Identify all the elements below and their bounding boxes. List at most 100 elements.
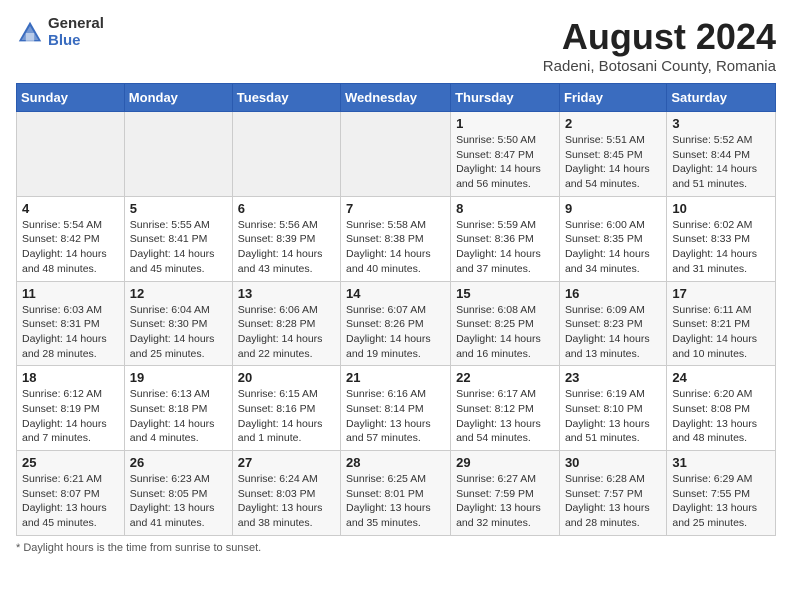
day-number: 4 <box>22 201 119 216</box>
week-row-5: 25 Sunrise: 6:21 AM Sunset: 8:07 PM Dayli… <box>17 451 776 536</box>
main-title: August 2024 <box>543 16 776 58</box>
day-cell <box>17 112 125 197</box>
footer-note-text: Daylight hours <box>23 542 93 554</box>
day-info: Sunrise: 5:59 AM Sunset: 8:36 PM Dayligh… <box>456 218 554 277</box>
col-header-monday: Monday <box>124 84 232 112</box>
day-info: Sunrise: 5:51 AM Sunset: 8:45 PM Dayligh… <box>565 133 661 192</box>
day-number: 21 <box>346 370 445 385</box>
day-number: 17 <box>672 286 770 301</box>
calendar-table: SundayMondayTuesdayWednesdayThursdayFrid… <box>16 83 776 536</box>
day-number: 15 <box>456 286 554 301</box>
day-cell: 28Sunrise: 6:25 AM Sunset: 8:01 PM Dayli… <box>341 451 451 536</box>
day-info: Sunrise: 5:56 AM Sunset: 8:39 PM Dayligh… <box>238 218 335 277</box>
day-number: 19 <box>130 370 227 385</box>
day-number: 31 <box>672 455 770 470</box>
day-cell: 8 Sunrise: 5:59 AM Sunset: 8:36 PM Daylig… <box>451 196 560 281</box>
day-cell: 3 Sunrise: 5:52 AM Sunset: 8:44 PM Daylig… <box>667 112 776 197</box>
day-info: Sunrise: 6:15 AM Sunset: 8:16 PM Dayligh… <box>238 387 335 446</box>
day-number: 11 <box>22 286 119 301</box>
col-header-wednesday: Wednesday <box>341 84 451 112</box>
day-number: 2 <box>565 116 661 131</box>
subtitle: Radeni, Botosani County, Romania <box>543 58 776 75</box>
day-cell: 13 Sunrise: 6:06 AM Sunset: 8:28 PM Dayli… <box>232 281 340 366</box>
day-info: Sunrise: 6:20 AM Sunset: 8:08 PM Dayligh… <box>672 387 770 446</box>
day-info: Sunrise: 6:12 AM Sunset: 8:19 PM Dayligh… <box>22 387 119 446</box>
day-number: 9 <box>565 201 661 216</box>
day-number: 29 <box>456 455 554 470</box>
day-number: 10 <box>672 201 770 216</box>
day-cell: 2 Sunrise: 5:51 AM Sunset: 8:45 PM Daylig… <box>559 112 666 197</box>
day-number: 24 <box>672 370 770 385</box>
day-cell: 6Sunrise: 5:56 AM Sunset: 8:39 PM Daylig… <box>232 196 340 281</box>
day-info: Sunrise: 6:29 AM Sunset: 7:55 PM Dayligh… <box>672 472 770 531</box>
week-row-4: 18 Sunrise: 6:12 AM Sunset: 8:19 PM Dayli… <box>17 366 776 451</box>
col-header-thursday: Thursday <box>451 84 560 112</box>
day-info: Sunrise: 6:13 AM Sunset: 8:18 PM Dayligh… <box>130 387 227 446</box>
day-cell: 24 Sunrise: 6:20 AM Sunset: 8:08 PM Dayli… <box>667 366 776 451</box>
day-number: 20 <box>238 370 335 385</box>
day-number: 5 <box>130 201 227 216</box>
calendar-header: SundayMondayTuesdayWednesdayThursdayFrid… <box>17 84 776 112</box>
day-cell <box>341 112 451 197</box>
col-header-friday: Friday <box>559 84 666 112</box>
day-info: Sunrise: 5:58 AM Sunset: 8:38 PM Dayligh… <box>346 218 445 277</box>
title-block: August 2024 Radeni, Botosani County, Rom… <box>543 16 776 75</box>
day-info: Sunrise: 5:54 AM Sunset: 8:42 PM Dayligh… <box>22 218 119 277</box>
day-number: 7 <box>346 201 445 216</box>
logo-icon <box>16 19 44 47</box>
day-cell: 4 Sunrise: 5:54 AM Sunset: 8:42 PM Daylig… <box>17 196 125 281</box>
day-number: 8 <box>456 201 554 216</box>
day-info: Sunrise: 5:55 AM Sunset: 8:41 PM Dayligh… <box>130 218 227 277</box>
day-cell: 21 Sunrise: 6:16 AM Sunset: 8:14 PM Dayli… <box>341 366 451 451</box>
day-number: 25 <box>22 455 119 470</box>
day-number: 12 <box>130 286 227 301</box>
day-info: Sunrise: 6:06 AM Sunset: 8:28 PM Dayligh… <box>238 303 335 362</box>
day-cell: 29Sunrise: 6:27 AM Sunset: 7:59 PM Dayli… <box>451 451 560 536</box>
day-number: 1 <box>456 116 554 131</box>
day-number: 30 <box>565 455 661 470</box>
day-info: Sunrise: 5:50 AM Sunset: 8:47 PM Dayligh… <box>456 133 554 192</box>
week-row-2: 4 Sunrise: 5:54 AM Sunset: 8:42 PM Daylig… <box>17 196 776 281</box>
day-info: Sunrise: 6:11 AM Sunset: 8:21 PM Dayligh… <box>672 303 770 362</box>
day-cell: 17 Sunrise: 6:11 AM Sunset: 8:21 PM Dayli… <box>667 281 776 366</box>
day-cell: 27Sunrise: 6:24 AM Sunset: 8:03 PM Dayli… <box>232 451 340 536</box>
day-number: 23 <box>565 370 661 385</box>
day-info: Sunrise: 6:03 AM Sunset: 8:31 PM Dayligh… <box>22 303 119 362</box>
day-cell: 19 Sunrise: 6:13 AM Sunset: 8:18 PM Dayli… <box>124 366 232 451</box>
header: General Blue August 2024 Radeni, Botosan… <box>16 16 776 75</box>
day-cell <box>124 112 232 197</box>
day-info: Sunrise: 6:21 AM Sunset: 8:07 PM Dayligh… <box>22 472 119 531</box>
day-cell: 1 Sunrise: 5:50 AM Sunset: 8:47 PM Daylig… <box>451 112 560 197</box>
day-cell: 31 Sunrise: 6:29 AM Sunset: 7:55 PM Dayli… <box>667 451 776 536</box>
day-info: Sunrise: 6:00 AM Sunset: 8:35 PM Dayligh… <box>565 218 661 277</box>
day-cell: 22Sunrise: 6:17 AM Sunset: 8:12 PM Dayli… <box>451 366 560 451</box>
day-number: 18 <box>22 370 119 385</box>
day-number: 26 <box>130 455 227 470</box>
day-info: Sunrise: 6:19 AM Sunset: 8:10 PM Dayligh… <box>565 387 661 446</box>
day-info: Sunrise: 6:09 AM Sunset: 8:23 PM Dayligh… <box>565 303 661 362</box>
day-number: 13 <box>238 286 335 301</box>
day-cell: 5 Sunrise: 5:55 AM Sunset: 8:41 PM Daylig… <box>124 196 232 281</box>
calendar-body: 1 Sunrise: 5:50 AM Sunset: 8:47 PM Daylig… <box>17 112 776 536</box>
day-cell: 25 Sunrise: 6:21 AM Sunset: 8:07 PM Dayli… <box>17 451 125 536</box>
day-info: Sunrise: 6:16 AM Sunset: 8:14 PM Dayligh… <box>346 387 445 446</box>
col-header-sunday: Sunday <box>17 84 125 112</box>
day-cell: 12 Sunrise: 6:04 AM Sunset: 8:30 PM Dayli… <box>124 281 232 366</box>
day-cell: 26 Sunrise: 6:23 AM Sunset: 8:05 PM Dayli… <box>124 451 232 536</box>
footer-note: * Daylight hours is the time from sunris… <box>16 542 776 554</box>
logo: General Blue <box>16 16 104 49</box>
day-cell: 7 Sunrise: 5:58 AM Sunset: 8:38 PM Daylig… <box>341 196 451 281</box>
day-cell: 14Sunrise: 6:07 AM Sunset: 8:26 PM Dayli… <box>341 281 451 366</box>
day-info: Sunrise: 6:25 AM Sunset: 8:01 PM Dayligh… <box>346 472 445 531</box>
day-info: Sunrise: 5:52 AM Sunset: 8:44 PM Dayligh… <box>672 133 770 192</box>
day-info: Sunrise: 6:02 AM Sunset: 8:33 PM Dayligh… <box>672 218 770 277</box>
day-number: 14 <box>346 286 445 301</box>
day-info: Sunrise: 6:23 AM Sunset: 8:05 PM Dayligh… <box>130 472 227 531</box>
day-info: Sunrise: 6:04 AM Sunset: 8:30 PM Dayligh… <box>130 303 227 362</box>
day-cell: 10 Sunrise: 6:02 AM Sunset: 8:33 PM Dayli… <box>667 196 776 281</box>
col-header-tuesday: Tuesday <box>232 84 340 112</box>
day-cell: 11 Sunrise: 6:03 AM Sunset: 8:31 PM Dayli… <box>17 281 125 366</box>
day-number: 3 <box>672 116 770 131</box>
col-header-saturday: Saturday <box>667 84 776 112</box>
day-number: 22 <box>456 370 554 385</box>
